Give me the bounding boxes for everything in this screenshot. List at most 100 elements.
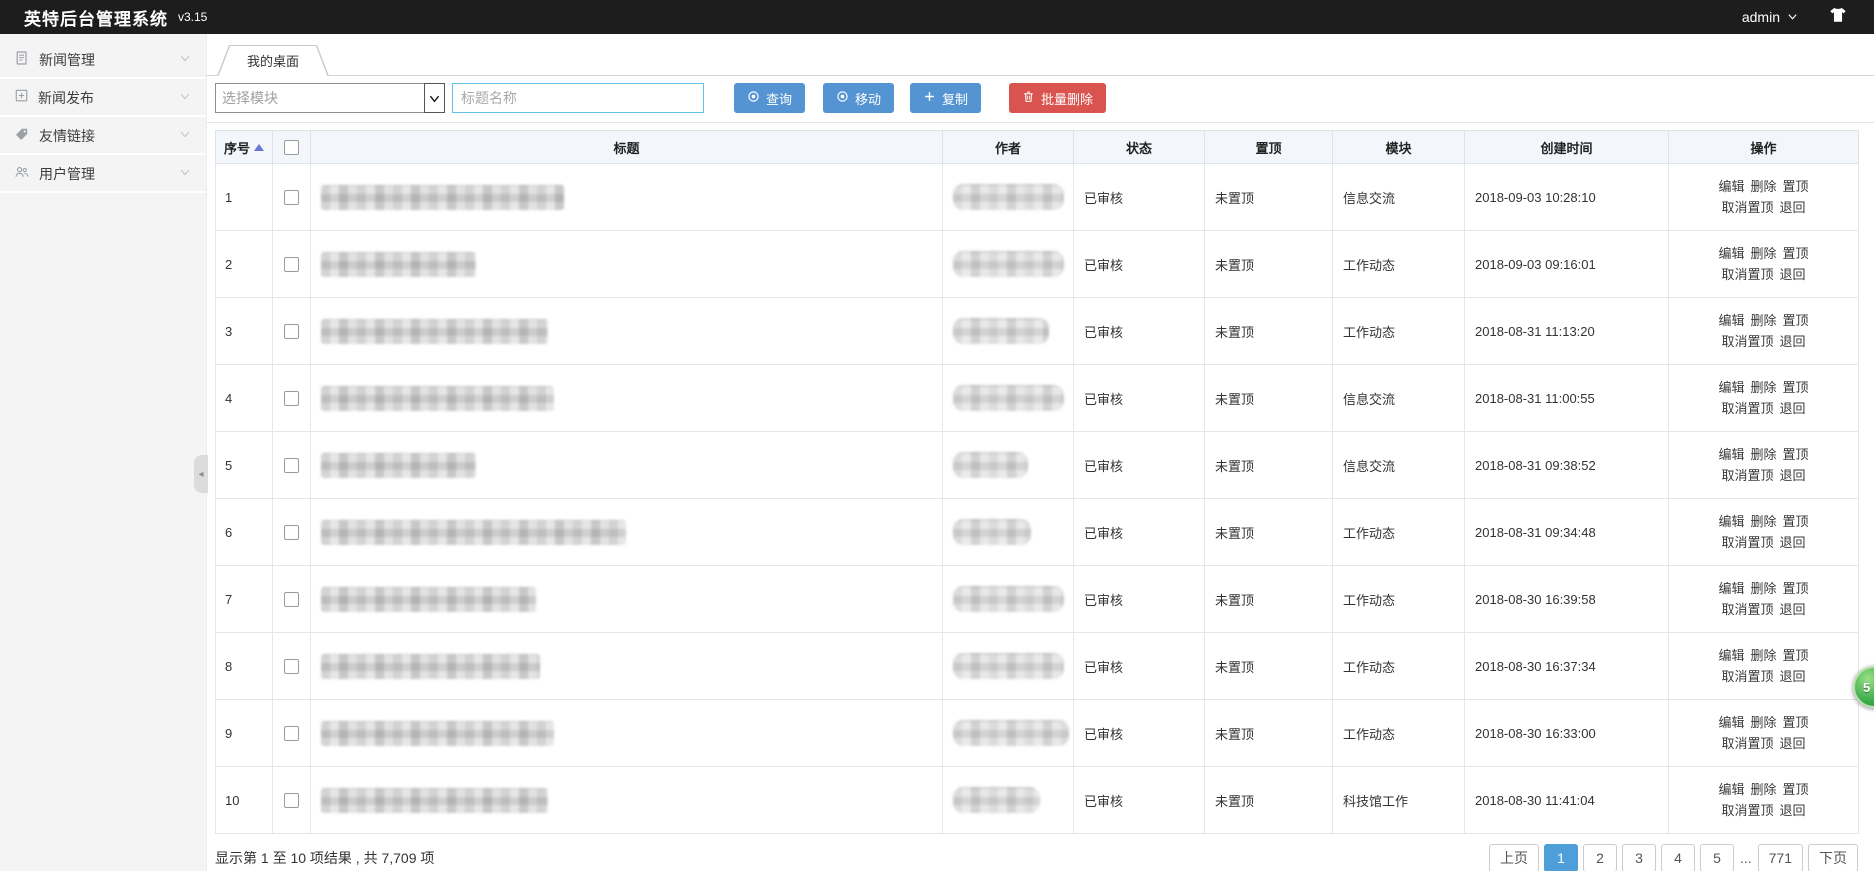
cancel-top-link[interactable]: 取消置顶 [1721, 401, 1773, 416]
stick-top-link[interactable]: 置顶 [1783, 782, 1809, 797]
delete-link[interactable]: 删除 [1750, 715, 1776, 730]
return-link[interactable]: 退回 [1780, 535, 1806, 550]
tab-my-desktop[interactable]: 我的桌面 [217, 45, 329, 76]
column-header-serial[interactable]: 序号 [216, 131, 273, 164]
edit-link[interactable]: 编辑 [1718, 715, 1744, 730]
page-button[interactable]: 1 [1544, 844, 1578, 871]
stick-top-link[interactable]: 置顶 [1783, 179, 1809, 194]
row-checkbox[interactable] [284, 793, 299, 808]
cancel-top-link[interactable]: 取消置顶 [1721, 200, 1773, 215]
edit-link[interactable]: 编辑 [1718, 514, 1744, 529]
row-checkbox[interactable] [284, 391, 299, 406]
row-checkbox[interactable] [284, 190, 299, 205]
move-button[interactable]: 移动 [823, 83, 894, 113]
row-checkbox[interactable] [284, 257, 299, 272]
sidebar-item-user-management[interactable]: 用户管理 [0, 157, 206, 193]
copy-button[interactable]: 复制 [910, 83, 981, 113]
tshirt-theme-icon[interactable] [1828, 6, 1848, 29]
delete-link[interactable]: 删除 [1750, 447, 1776, 462]
title-search-input[interactable] [452, 83, 704, 113]
return-link[interactable]: 退回 [1780, 602, 1806, 617]
last-page-button[interactable]: 771 [1758, 844, 1803, 871]
cancel-top-link[interactable]: 取消置顶 [1721, 736, 1773, 751]
edit-link[interactable]: 编辑 [1718, 380, 1744, 395]
row-serial: 9 [216, 700, 273, 767]
batch-delete-button[interactable]: 批量删除 [1009, 83, 1106, 113]
batch-delete-button-label: 批量删除 [1041, 89, 1093, 108]
sidebar-item-news-management[interactable]: 新闻管理 [0, 43, 206, 79]
edit-link[interactable]: 编辑 [1718, 648, 1744, 663]
stick-top-link[interactable]: 置顶 [1783, 514, 1809, 529]
row-checkbox[interactable] [284, 659, 299, 674]
page-button[interactable]: 5 [1700, 844, 1734, 871]
return-link[interactable]: 退回 [1780, 267, 1806, 282]
column-header-created[interactable]: 创建时间 [1465, 131, 1669, 164]
column-header-module[interactable]: 模块 [1333, 131, 1465, 164]
row-module: 工作动态 [1333, 231, 1465, 298]
table-row: 10 已审核 未置顶 科技馆工作 2018-08-30 11:41:04 编辑删… [216, 767, 1859, 834]
edit-link[interactable]: 编辑 [1718, 179, 1744, 194]
return-link[interactable]: 退回 [1780, 669, 1806, 684]
row-title-cell [311, 432, 943, 499]
delete-link[interactable]: 删除 [1750, 380, 1776, 395]
delete-link[interactable]: 删除 [1750, 648, 1776, 663]
return-link[interactable]: 退回 [1780, 334, 1806, 349]
cancel-top-link[interactable]: 取消置顶 [1721, 334, 1773, 349]
row-checkbox[interactable] [284, 324, 299, 339]
stick-top-link[interactable]: 置顶 [1783, 715, 1809, 730]
page-button[interactable]: 3 [1622, 844, 1656, 871]
admin-user-menu[interactable]: admin [1742, 9, 1798, 25]
column-header-actions: 操作 [1669, 131, 1859, 164]
stick-top-link[interactable]: 置顶 [1783, 581, 1809, 596]
return-link[interactable]: 退回 [1780, 200, 1806, 215]
column-header-title[interactable]: 标题 [311, 131, 943, 164]
page-button[interactable]: 4 [1661, 844, 1695, 871]
edit-link[interactable]: 编辑 [1718, 581, 1744, 596]
stick-top-link[interactable]: 置顶 [1783, 313, 1809, 328]
page-button[interactable]: 2 [1583, 844, 1617, 871]
collapse-sidebar-handle[interactable]: ◂ [194, 455, 208, 493]
stick-top-link[interactable]: 置顶 [1783, 447, 1809, 462]
row-checkbox[interactable] [284, 726, 299, 741]
row-checkbox[interactable] [284, 458, 299, 473]
column-header-top[interactable]: 置顶 [1205, 131, 1333, 164]
column-header-status[interactable]: 状态 [1074, 131, 1205, 164]
sidebar-item-news-publish[interactable]: 新闻发布 [0, 81, 206, 117]
edit-link[interactable]: 编辑 [1718, 246, 1744, 261]
cancel-top-link[interactable]: 取消置顶 [1721, 535, 1773, 550]
stick-top-link[interactable]: 置顶 [1783, 380, 1809, 395]
delete-link[interactable]: 删除 [1750, 514, 1776, 529]
cancel-top-link[interactable]: 取消置顶 [1721, 267, 1773, 282]
row-status: 已审核 [1074, 298, 1205, 365]
select-all-checkbox[interactable] [284, 140, 299, 155]
edit-link[interactable]: 编辑 [1718, 782, 1744, 797]
return-link[interactable]: 退回 [1780, 803, 1806, 818]
return-link[interactable]: 退回 [1780, 468, 1806, 483]
delete-link[interactable]: 删除 [1750, 581, 1776, 596]
cancel-top-link[interactable]: 取消置顶 [1721, 602, 1773, 617]
delete-link[interactable]: 删除 [1750, 782, 1776, 797]
row-checkbox[interactable] [284, 525, 299, 540]
delete-link[interactable]: 删除 [1750, 179, 1776, 194]
return-link[interactable]: 退回 [1780, 401, 1806, 416]
edit-link[interactable]: 编辑 [1718, 447, 1744, 462]
return-link[interactable]: 退回 [1780, 736, 1806, 751]
stick-top-link[interactable]: 置顶 [1783, 246, 1809, 261]
query-button[interactable]: 查询 [734, 83, 805, 113]
cancel-top-link[interactable]: 取消置顶 [1721, 669, 1773, 684]
prev-page-button[interactable]: 上页 [1489, 844, 1539, 871]
row-checkbox[interactable] [284, 592, 299, 607]
stick-top-link[interactable]: 置顶 [1783, 648, 1809, 663]
row-checkbox-cell [273, 566, 311, 633]
row-checkbox-cell [273, 432, 311, 499]
delete-link[interactable]: 删除 [1750, 246, 1776, 261]
cancel-top-link[interactable]: 取消置顶 [1721, 803, 1773, 818]
cancel-top-link[interactable]: 取消置顶 [1721, 468, 1773, 483]
next-page-button[interactable]: 下页 [1808, 844, 1858, 871]
row-checkbox-cell [273, 499, 311, 566]
sidebar-item-friend-links[interactable]: 友情链接 [0, 119, 206, 155]
edit-link[interactable]: 编辑 [1718, 313, 1744, 328]
delete-link[interactable]: 删除 [1750, 313, 1776, 328]
module-select[interactable]: 选择模块 [215, 83, 445, 113]
column-header-author[interactable]: 作者 [943, 131, 1074, 164]
